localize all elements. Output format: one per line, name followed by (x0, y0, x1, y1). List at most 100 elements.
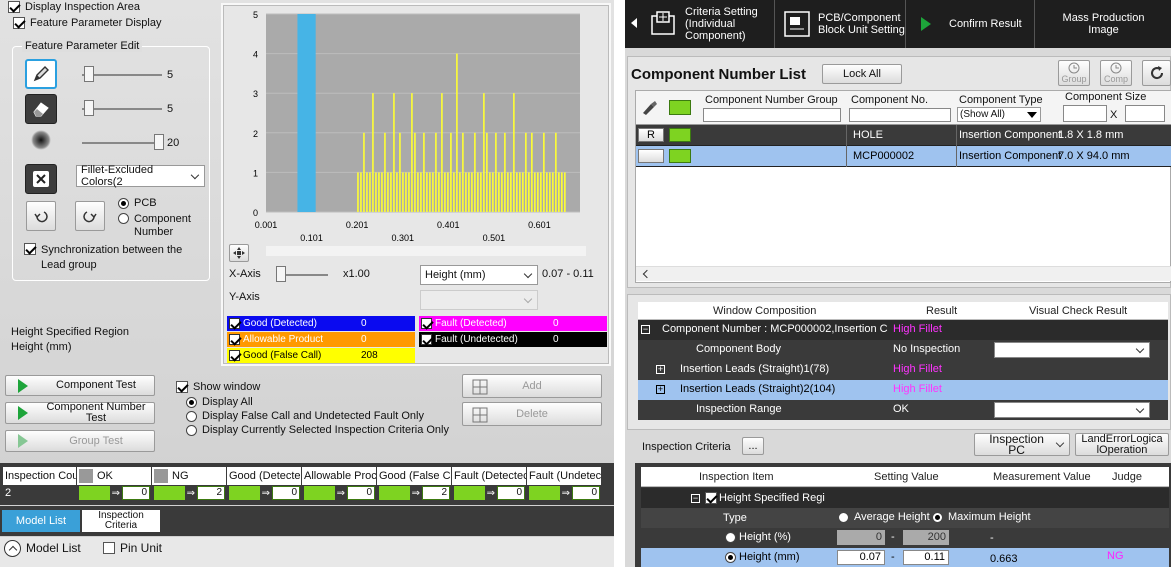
criteria-row-height-mm[interactable]: Height (mm) 0.07 - 0.11 0.663 NG (641, 548, 1169, 567)
height-pct-min-input[interactable]: 0 (837, 530, 885, 545)
component-table-hscroll[interactable] (636, 266, 1171, 281)
height-mm-option[interactable]: Height (mm) (725, 551, 800, 563)
radio-component-dot[interactable] (118, 213, 129, 224)
component-number-test-button[interactable]: Component Number Test (5, 402, 155, 424)
legend-item[interactable]: Allowable Product 0 (227, 332, 415, 347)
legend-item[interactable]: Fault (Detected) 0 (419, 316, 607, 331)
tab-model-list[interactable]: Model List (2, 510, 80, 532)
pan-button[interactable] (229, 244, 249, 262)
x-axis-select[interactable]: Height (mm) (420, 265, 538, 285)
pencil-tool-button[interactable] (25, 59, 57, 89)
display-inspection-area-checkbox[interactable] (8, 1, 20, 13)
window-comp-row[interactable]: Inspection Range OK (638, 400, 1168, 420)
maximum-height-radio[interactable] (932, 511, 943, 523)
maximum-height-option[interactable]: Maximum Height (932, 511, 1031, 523)
display-all-option[interactable]: Display All (186, 396, 253, 408)
collapse-minus-icon[interactable]: − (691, 493, 700, 503)
height-pct-max-input[interactable]: 200 (903, 530, 949, 545)
filter-component-group[interactable] (703, 108, 841, 122)
window-comp-row[interactable]: + Insertion Leads (Straight)2(104) High Fi… (638, 380, 1168, 400)
refresh-button[interactable] (1142, 60, 1171, 86)
lock-all-button[interactable]: Lock All (822, 64, 902, 84)
x-zoom-thumb[interactable] (276, 266, 286, 282)
collapse-button[interactable] (4, 540, 21, 557)
display-false-call-option[interactable]: Display False Call and Undetected Fault … (186, 410, 424, 422)
comp-button[interactable]: Comp (1100, 60, 1132, 86)
rotate-left-button[interactable] (26, 201, 56, 231)
average-height-option[interactable]: Average Height (838, 511, 930, 523)
filter-component-no[interactable] (849, 108, 951, 122)
legend-checkbox[interactable] (421, 318, 432, 329)
display-selected-radio[interactable] (186, 424, 197, 436)
radio-pcb[interactable]: PCB (118, 197, 157, 209)
inspection-pc-select[interactable]: Inspection PC (974, 433, 1070, 456)
criteria-row-height-region[interactable]: − Height Specified Regi (641, 488, 1169, 508)
eraser-tool-button[interactable] (25, 94, 57, 124)
pencil-slider-thumb[interactable] (84, 66, 94, 82)
criteria-setting-button[interactable]: Criteria Setting (Individual Component) (643, 0, 775, 48)
window-comp-row[interactable]: + Insertion Leads (Straight)1(78) High Fil… (638, 360, 1168, 380)
visual-check-select[interactable] (994, 342, 1150, 358)
sync-lead-group[interactable]: Synchronization between the Lead group (24, 243, 191, 273)
confirm-result-button[interactable]: Confirm Result (907, 0, 1035, 48)
show-window-checkbox[interactable] (176, 381, 188, 393)
filter-size-x[interactable] (1063, 105, 1107, 122)
delete-button[interactable]: Delete (462, 402, 602, 426)
legend-item[interactable]: Good (Detected) 0 (227, 316, 415, 331)
feature-parameter-display-checkbox[interactable] (13, 17, 25, 29)
sync-lead-checkbox[interactable] (24, 243, 36, 255)
pin-unit[interactable]: Pin Unit (103, 541, 162, 555)
height-pct-radio[interactable] (725, 531, 736, 543)
tab-inspection-criteria[interactable]: Inspection Criteria (82, 510, 160, 532)
y-axis-select[interactable] (420, 290, 538, 310)
clear-tool-button[interactable] (25, 164, 57, 194)
mass-production-button[interactable]: Mass Production Image (1036, 0, 1171, 48)
window-comp-row[interactable]: − Component Number : MCP000002,Insertion … (638, 320, 1168, 340)
display-selected-option[interactable]: Display Currently Selected Inspection Cr… (186, 424, 449, 436)
show-window[interactable]: Show window (176, 381, 260, 393)
component-row[interactable]: R HOLE Insertion Component 1.8 X 1.8 mm (636, 125, 1171, 146)
window-comp-row[interactable]: Component Body No Inspection (638, 340, 1168, 360)
height-mm-min-input[interactable]: 0.07 (837, 550, 885, 565)
group-button[interactable]: Group (1058, 60, 1090, 86)
component-test-button[interactable]: Component Test (5, 375, 155, 396)
legend-checkbox[interactable] (229, 350, 240, 361)
scroll-left-icon[interactable] (642, 269, 652, 279)
pin-unit-checkbox[interactable] (103, 542, 115, 554)
legend-checkbox[interactable] (229, 334, 240, 345)
group-test-button[interactable]: Group Test (5, 430, 155, 452)
visual-check-select[interactable] (994, 402, 1150, 418)
display-all-radio[interactable] (186, 396, 197, 408)
legend-item[interactable]: Fault (Undetected) 0 (419, 332, 607, 347)
radio-component[interactable]: Component Number (118, 213, 194, 239)
feature-parameter-display[interactable]: Feature Parameter Display (13, 17, 161, 29)
height-region-checkbox[interactable] (705, 492, 717, 504)
height-mm-max-input[interactable]: 0.11 (903, 550, 949, 565)
legend-checkbox[interactable] (229, 318, 240, 329)
eraser-slider-thumb[interactable] (84, 100, 94, 116)
display-false-call-radio[interactable] (186, 410, 197, 422)
filter-size-y[interactable] (1125, 105, 1165, 122)
legend-item[interactable]: Good (False Call) 208 (227, 348, 415, 363)
average-height-radio[interactable] (838, 511, 849, 523)
height-pct-option[interactable]: Height (%) (725, 531, 791, 543)
expand-plus-icon[interactable]: + (656, 385, 665, 394)
land-error-button[interactable]: LandErrorLogica lOperation (1075, 433, 1169, 456)
expand-plus-icon[interactable]: + (656, 365, 665, 374)
fillet-select[interactable]: Fillet-Excluded Colors(2 (76, 164, 205, 188)
criteria-more-button[interactable]: ... (742, 437, 764, 455)
chart-scrollbar[interactable] (266, 246, 586, 256)
row-tag-button[interactable]: R (638, 128, 664, 142)
height-mm-radio[interactable] (725, 551, 736, 563)
display-inspection-area[interactable]: Display Inspection Area (8, 1, 140, 13)
component-row[interactable]: MCP000002 Insertion Component 7.0 X 94.0 m… (636, 146, 1171, 167)
rotate-right-button[interactable] (75, 201, 105, 231)
legend-checkbox[interactable] (421, 334, 432, 345)
brush-slider-thumb[interactable] (154, 134, 164, 150)
filter-component-type[interactable]: (Show All) (957, 107, 1041, 122)
toolbar-prev-icon[interactable] (631, 18, 637, 28)
add-button[interactable]: Add (462, 374, 602, 398)
pcb-block-button[interactable]: PCB/Component Block Unit Setting (776, 0, 906, 48)
radio-pcb-dot[interactable] (118, 197, 129, 209)
collapse-minus-icon[interactable]: − (641, 325, 650, 334)
